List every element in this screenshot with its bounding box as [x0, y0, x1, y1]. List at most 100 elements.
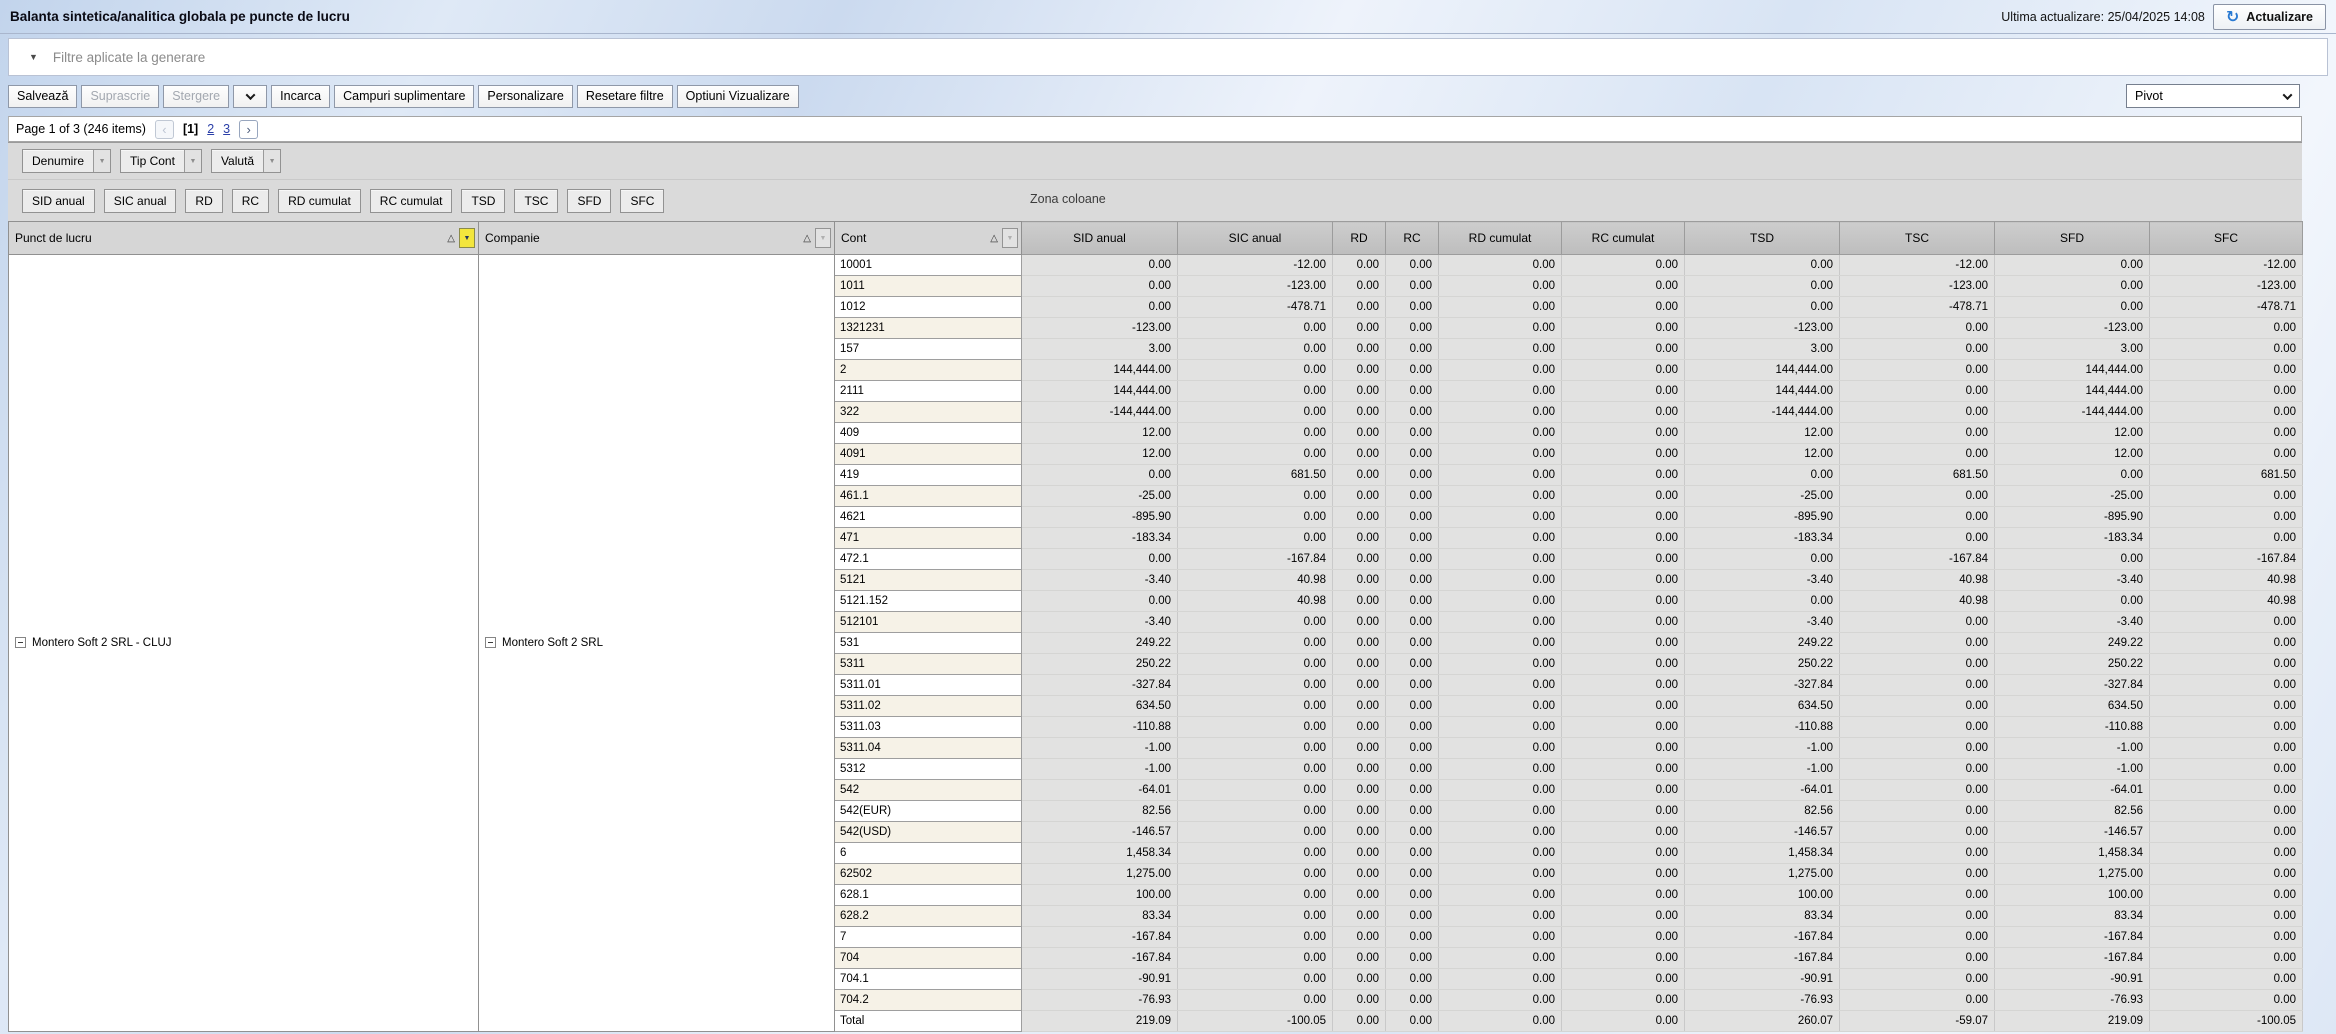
current-page[interactable]: [1]: [183, 122, 198, 136]
column-header-rc[interactable]: RC: [1386, 222, 1439, 255]
value-cell-rd-cumulat: 0.00: [1439, 612, 1562, 633]
cont-cell: 5311.04: [835, 738, 1022, 759]
column-header-punct-de-lucru[interactable]: Punct de lucru △ ▼: [9, 222, 479, 255]
value-cell-tsc: 0.00: [1840, 318, 1995, 339]
value-cell-tsc: 40.98: [1840, 591, 1995, 612]
column-header-tsd[interactable]: TSD: [1685, 222, 1840, 255]
value-cell-sfd: 250.22: [1995, 654, 2150, 675]
value-cell-rc: 0.00: [1386, 696, 1439, 717]
value-cell-tsd: 249.22: [1685, 633, 1840, 654]
column-chip-sid-anual[interactable]: SID anual: [22, 189, 95, 213]
value-cell-tsc: 0.00: [1840, 948, 1995, 969]
campuri-suplimentare-button[interactable]: Campuri suplimentare: [334, 85, 474, 108]
value-cell-sfd: 83.34: [1995, 906, 2150, 927]
cont-cell: 704.2: [835, 990, 1022, 1011]
column-header-sfd[interactable]: SFD: [1995, 222, 2150, 255]
value-cell-sid-anual: 82.56: [1022, 801, 1178, 822]
view-mode-select[interactable]: Pivot: [2126, 84, 2300, 108]
value-cell-rc-cumulat: 0.00: [1562, 381, 1685, 402]
filter-icon[interactable]: ▼: [815, 228, 831, 248]
value-cell-tsc: 0.00: [1840, 927, 1995, 948]
cont-cell: 157: [835, 339, 1022, 360]
value-cell-sfd: -183.34: [1995, 528, 2150, 549]
cont-cell: 704.1: [835, 969, 1022, 990]
value-cell-sic-anual: 0.00: [1178, 990, 1333, 1011]
value-cell-sfd: 0.00: [1995, 465, 2150, 486]
column-header-rd-cumulat[interactable]: RD cumulat: [1439, 222, 1562, 255]
value-cell-tsd: 3.00: [1685, 339, 1840, 360]
column-chip-rd[interactable]: RD: [185, 189, 222, 213]
value-cell-rd-cumulat: 0.00: [1439, 906, 1562, 927]
column-header-sfc[interactable]: SFC: [2150, 222, 2303, 255]
value-cell-sfc: 0.00: [2150, 423, 2303, 444]
value-cell-rd-cumulat: 0.00: [1439, 549, 1562, 570]
prev-page-button[interactable]: ‹: [155, 120, 174, 139]
value-cell-sid-anual: 250.22: [1022, 654, 1178, 675]
column-header-companie[interactable]: Companie △ ▼: [479, 222, 835, 255]
value-cell-sid-anual: -183.34: [1022, 528, 1178, 549]
value-cell-rd-cumulat: 0.00: [1439, 360, 1562, 381]
cont-cell: 5121: [835, 570, 1022, 591]
value-cell-rd-cumulat: 0.00: [1439, 843, 1562, 864]
field-chip-denumire[interactable]: Denumire ▼: [22, 149, 111, 173]
value-cell-tsd: -327.84: [1685, 675, 1840, 696]
field-dropdown-icon[interactable]: ▼: [93, 150, 110, 172]
value-cell-rc-cumulat: 0.00: [1562, 822, 1685, 843]
column-chip-rc[interactable]: RC: [232, 189, 269, 213]
value-cell-tsd: -110.88: [1685, 717, 1840, 738]
refresh-button[interactable]: ↻ Actualizare: [2213, 4, 2326, 30]
column-header-sic-anual[interactable]: SIC anual: [1178, 222, 1333, 255]
value-cell-rd-cumulat: 0.00: [1439, 402, 1562, 423]
column-chip-rc-cumulat[interactable]: RC cumulat: [370, 189, 453, 213]
value-cell-tsd: -76.93: [1685, 990, 1840, 1011]
value-cell-sic-anual: 0.00: [1178, 864, 1333, 885]
column-header-rd[interactable]: RD: [1333, 222, 1386, 255]
filter-icon[interactable]: ▼: [459, 228, 475, 248]
filters-panel-header[interactable]: ▼ Filtre aplicate la generare: [8, 38, 2328, 76]
stergere-button[interactable]: Stergere: [163, 85, 229, 108]
incarca-button[interactable]: Incarca: [271, 85, 330, 108]
value-cell-tsd: 12.00: [1685, 423, 1840, 444]
value-cell-sic-anual: 0.00: [1178, 822, 1333, 843]
column-header-tsc[interactable]: TSC: [1840, 222, 1995, 255]
value-cell-rd-cumulat: 0.00: [1439, 318, 1562, 339]
value-cell-sid-anual: 219.09: [1022, 1011, 1178, 1032]
column-chip-rd-cumulat[interactable]: RD cumulat: [278, 189, 361, 213]
column-chip-sfd[interactable]: SFD: [567, 189, 611, 213]
field-chip-tip-cont[interactable]: Tip Cont ▼: [120, 149, 202, 173]
page-link-2[interactable]: 2: [207, 122, 214, 136]
value-cell-rd: 0.00: [1333, 276, 1386, 297]
value-cell-tsc: -123.00: [1840, 276, 1995, 297]
column-chip-tsc[interactable]: TSC: [514, 189, 558, 213]
column-header-cont[interactable]: Cont △ ▼: [835, 222, 1022, 255]
value-cell-sid-anual: -1.00: [1022, 738, 1178, 759]
collapse-group-icon[interactable]: [485, 637, 496, 648]
value-cell-sfd: 82.56: [1995, 801, 2150, 822]
personalizare-button[interactable]: Personalizare: [478, 85, 572, 108]
next-page-button[interactable]: ›: [239, 120, 258, 139]
resetare-filtre-button[interactable]: Resetare filtre: [577, 85, 673, 108]
column-chip-sfc[interactable]: SFC: [620, 189, 664, 213]
value-cell-sfc: 0.00: [2150, 528, 2303, 549]
column-chip-sic-anual[interactable]: SIC anual: [104, 189, 177, 213]
value-cell-sid-anual: -76.93: [1022, 990, 1178, 1011]
suprascrie-button[interactable]: Suprascrie: [81, 85, 159, 108]
page-link-3[interactable]: 3: [223, 122, 230, 136]
column-chip-tsd[interactable]: TSD: [461, 189, 505, 213]
filter-icon[interactable]: ▼: [1002, 228, 1018, 248]
column-header-rc-cumulat[interactable]: RC cumulat: [1562, 222, 1685, 255]
value-cell-rc-cumulat: 0.00: [1562, 570, 1685, 591]
value-cell-rc-cumulat: 0.00: [1562, 906, 1685, 927]
salveaza-button[interactable]: Salvează: [8, 85, 77, 108]
field-dropdown-icon[interactable]: ▼: [263, 150, 280, 172]
field-dropdown-icon[interactable]: ▼: [184, 150, 201, 172]
field-chip-valuta[interactable]: Valută ▼: [211, 149, 281, 173]
value-cell-tsc: 0.00: [1840, 528, 1995, 549]
collapse-group-icon[interactable]: [15, 637, 26, 648]
column-header-sid-anual[interactable]: SID anual: [1022, 222, 1178, 255]
value-cell-rc-cumulat: 0.00: [1562, 759, 1685, 780]
save-options-dropdown-button[interactable]: [233, 85, 267, 108]
optiuni-vizualizare-button[interactable]: Optiuni Vizualizare: [677, 85, 799, 108]
value-cell-rc: 0.00: [1386, 948, 1439, 969]
collapse-arrow-icon[interactable]: ▼: [29, 52, 38, 62]
